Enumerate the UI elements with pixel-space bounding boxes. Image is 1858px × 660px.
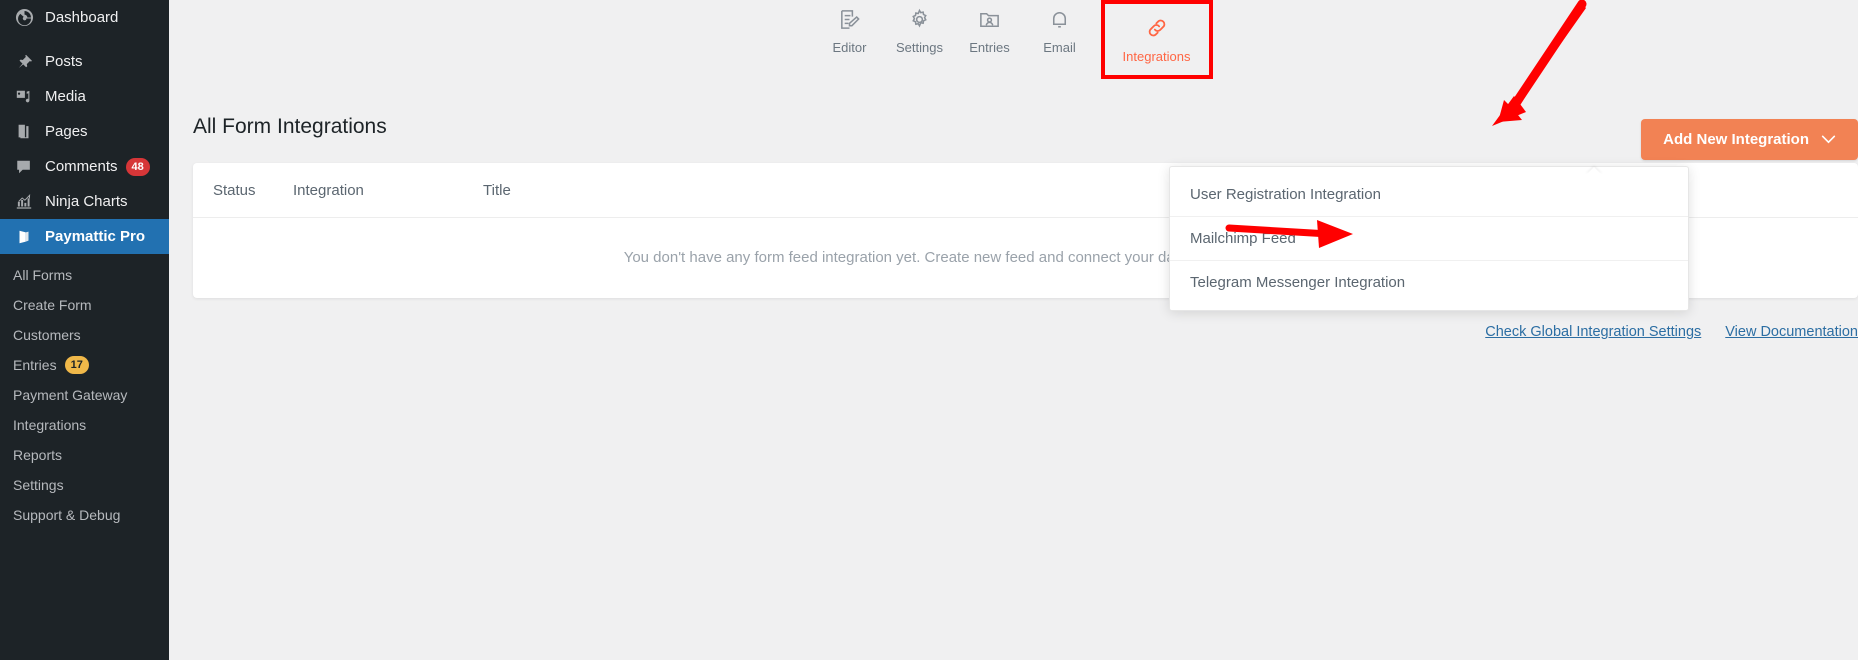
chart-icon <box>13 192 35 212</box>
media-icon <box>13 87 35 107</box>
sidebar-subitem-customers[interactable]: Customers <box>0 320 169 350</box>
sidebar-subitem-label: Entries <box>13 357 57 373</box>
sidebar-subitem-label: All Forms <box>13 267 73 283</box>
column-header-title: Title <box>483 181 511 199</box>
sidebar-subitem-label: Reports <box>13 447 63 463</box>
entries-folder-icon <box>978 6 1001 32</box>
sidebar-item-label: Posts <box>45 53 83 70</box>
sidebar-item-dashboard[interactable]: Dashboard <box>0 0 169 35</box>
tab-integrations[interactable]: Integrations <box>1117 9 1197 72</box>
column-header-status: Status <box>213 181 256 199</box>
pages-icon <box>13 122 35 142</box>
view-documentation-link[interactable]: View Documentation <box>1725 324 1858 340</box>
tab-editor[interactable]: Editor <box>815 0 885 63</box>
sidebar-item-media[interactable]: Media <box>0 79 169 114</box>
dropdown-item-label: User Registration Integration <box>1190 186 1381 203</box>
column-header-integration: Integration <box>293 181 364 199</box>
tab-label: Integrations <box>1122 49 1191 64</box>
sidebar-subitem-all-forms[interactable]: All Forms <box>0 260 169 290</box>
sidebar-subitem-label: Integrations <box>13 417 87 433</box>
integrations-tab-highlight-box: Integrations <box>1100 0 1213 79</box>
sidebar-subitem-label: Support & Debug <box>13 507 121 523</box>
entries-count-badge: 17 <box>64 356 89 374</box>
sidebar-item-label: Paymattic Pro <box>45 228 146 245</box>
sidebar-subitem-entries[interactable]: Entries 17 <box>0 350 169 380</box>
page-title: All Form Integrations <box>193 115 387 138</box>
sidebar-subitem-label: Payment Gateway <box>13 387 128 403</box>
add-new-integration-button[interactable]: Add New Integration <box>1641 119 1858 160</box>
footer-links: Check Global Integration Settings View D… <box>169 324 1858 340</box>
bell-icon <box>1048 6 1071 32</box>
link-icon <box>1145 15 1169 41</box>
tab-entries[interactable]: Entries <box>955 0 1025 63</box>
check-global-integration-settings-link[interactable]: Check Global Integration Settings <box>1485 324 1701 340</box>
sidebar-item-label: Pages <box>45 123 88 140</box>
dropdown-item-telegram-messenger-integration[interactable]: Telegram Messenger Integration <box>1170 261 1688 304</box>
admin-sidebar: Dashboard Posts Media Pages Comments 48 … <box>0 0 169 660</box>
dropdown-item-label: Telegram Messenger Integration <box>1190 274 1406 291</box>
comments-count-badge: 48 <box>125 157 150 176</box>
sidebar-item-label: Dashboard <box>45 9 119 26</box>
tab-list: Editor Settings Entries Email Integratio… <box>815 0 1213 79</box>
sidebar-subitem-support-debug[interactable]: Support & Debug <box>0 500 169 530</box>
sidebar-item-label: Ninja Charts <box>45 193 128 210</box>
sidebar-subitem-label: Settings <box>13 477 64 493</box>
comment-icon <box>13 157 35 177</box>
sidebar-item-posts[interactable]: Posts <box>0 44 169 79</box>
tab-label: Email <box>1043 40 1076 55</box>
sidebar-item-ninja-charts[interactable]: Ninja Charts <box>0 184 169 219</box>
dropdown-item-user-registration-integration[interactable]: User Registration Integration <box>1170 173 1688 217</box>
dropdown-item-label: Mailchimp Feed <box>1190 230 1296 247</box>
paymattic-icon <box>13 227 35 247</box>
gear-icon <box>908 6 931 32</box>
sidebar-subitem-label: Create Form <box>13 297 92 313</box>
dropdown-item-mailchimp-feed[interactable]: Mailchimp Feed <box>1170 217 1688 261</box>
sidebar-subitem-settings[interactable]: Settings <box>0 470 169 500</box>
tab-label: Settings <box>896 40 943 55</box>
pin-icon <box>13 52 35 72</box>
tab-label: Entries <box>969 40 1010 55</box>
chevron-down-icon <box>1821 131 1836 148</box>
form-tabbar: Editor Settings Entries Email Integratio… <box>169 0 1858 79</box>
sidebar-item-pages[interactable]: Pages <box>0 114 169 149</box>
sidebar-item-paymattic-pro[interactable]: Paymattic Pro <box>0 219 169 254</box>
tab-settings[interactable]: Settings <box>885 0 955 63</box>
sidebar-item-label: Comments <box>45 158 118 175</box>
add-new-integration-dropdown: User Registration Integration Mailchimp … <box>1169 166 1689 311</box>
add-new-integration-label: Add New Integration <box>1663 131 1809 148</box>
tab-label: Editor <box>832 40 867 55</box>
sidebar-item-comments[interactable]: Comments 48 <box>0 149 169 184</box>
paymattic-submenu: All Forms Create Form Customers Entries … <box>0 254 169 530</box>
dashboard-icon <box>13 8 35 28</box>
editor-icon <box>838 6 861 32</box>
sidebar-subitem-reports[interactable]: Reports <box>0 440 169 470</box>
sidebar-subitem-integrations[interactable]: Integrations <box>0 410 169 440</box>
sidebar-subitem-create-form[interactable]: Create Form <box>0 290 169 320</box>
sidebar-item-label: Media <box>45 88 86 105</box>
sidebar-subitem-payment-gateway[interactable]: Payment Gateway <box>0 380 169 410</box>
tab-email[interactable]: Email <box>1025 0 1095 63</box>
sidebar-subitem-label: Customers <box>13 327 81 343</box>
